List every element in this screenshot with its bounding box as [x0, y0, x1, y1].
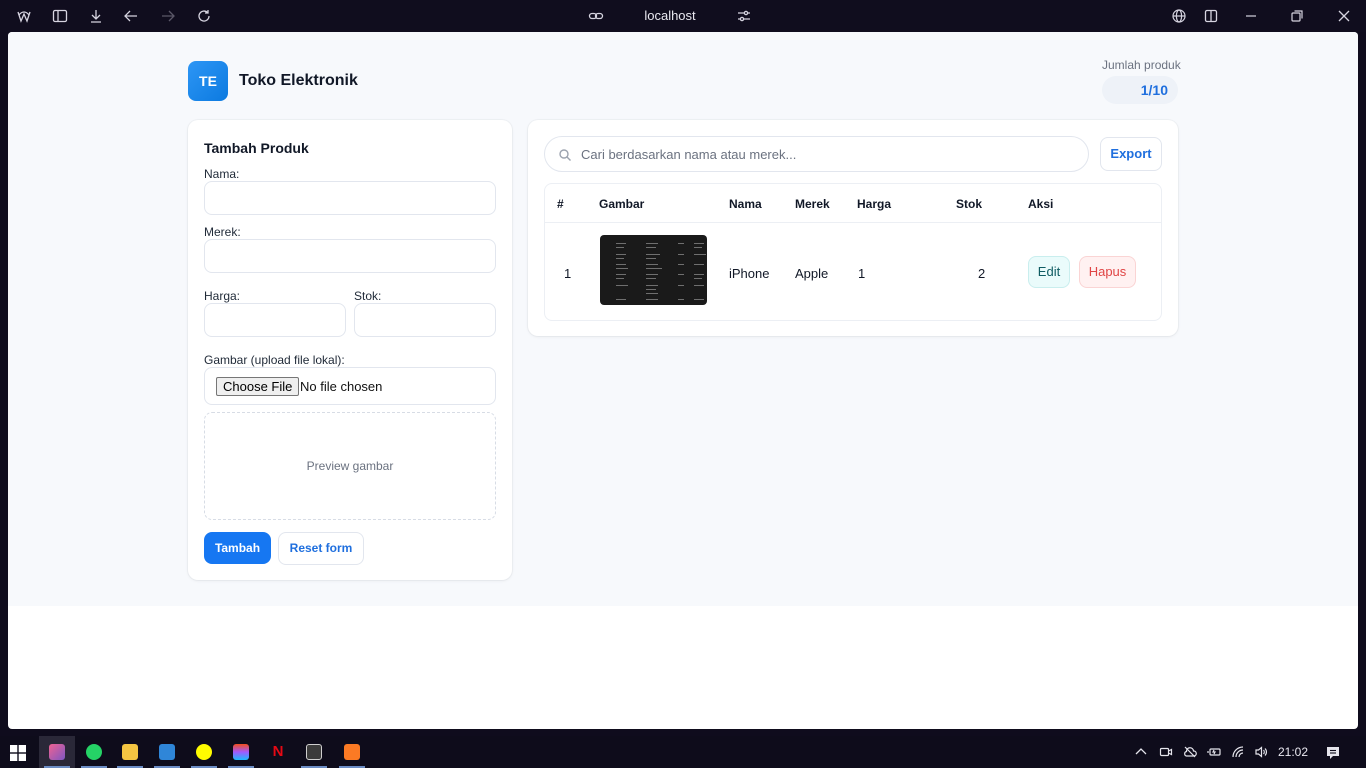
reset-form-button[interactable]: Reset form	[278, 532, 364, 565]
start-icon[interactable]	[10, 745, 26, 766]
file-explorer-icon[interactable]	[122, 744, 138, 760]
column-header-price: Harga	[857, 197, 892, 211]
xampp-icon[interactable]	[344, 744, 360, 760]
column-header-name: Nama	[729, 197, 762, 211]
restore-icon[interactable]	[1289, 8, 1305, 24]
forward-icon[interactable]	[160, 8, 176, 24]
volume-icon[interactable]	[1254, 745, 1268, 759]
column-header-image: Gambar	[599, 197, 645, 211]
file-status: No file chosen	[300, 379, 383, 394]
edit-button[interactable]: Edit	[1028, 256, 1070, 288]
column-header-brand: Merek	[795, 197, 830, 211]
reload-icon[interactable]	[196, 8, 212, 24]
preview-placeholder: Preview gambar	[306, 459, 394, 473]
sidebar-toggle-icon[interactable]	[52, 8, 68, 24]
clock[interactable]: 21:02	[1278, 745, 1308, 759]
brand-input[interactable]	[204, 239, 496, 273]
product-count-label: Jumlah produk	[1102, 58, 1181, 72]
split-view-icon[interactable]	[1203, 8, 1219, 24]
product-stock: 2	[978, 266, 986, 281]
minimize-icon[interactable]	[1243, 8, 1259, 24]
product-count-badge: 1/10	[1102, 76, 1178, 104]
search-input[interactable]: Cari berdasarkan nama atau merek...	[544, 136, 1089, 172]
add-product-form: Tambah Produk Nama: Merek: Harga: Stok: …	[188, 120, 512, 580]
image-preview: Preview gambar	[204, 412, 496, 520]
battery-icon[interactable]	[1207, 745, 1221, 759]
name-input[interactable]	[204, 181, 496, 215]
page: TE Toko Elektronik Jumlah produk 1/10 Ta…	[8, 32, 1358, 729]
netflix-icon[interactable]: N	[270, 744, 286, 760]
column-header-stock: Stok	[956, 197, 983, 211]
brand-label: Merek:	[204, 225, 241, 239]
browser-icon[interactable]	[49, 744, 65, 760]
browser-logo-icon[interactable]	[16, 8, 32, 24]
price-input[interactable]	[204, 303, 346, 337]
price-label: Harga:	[204, 289, 241, 303]
product-brand: Apple	[795, 266, 829, 281]
search-icon	[558, 148, 572, 162]
taskbar: N 21:02	[0, 736, 1366, 768]
table-header: # Gambar Nama Merek Harga Stok Aksi	[545, 184, 1161, 223]
product-price: 1	[858, 266, 866, 281]
camera-icon[interactable]	[1159, 745, 1173, 759]
download-icon[interactable]	[88, 8, 104, 24]
image-label: Gambar (upload file lokal):	[204, 353, 345, 367]
add-button[interactable]: Tambah	[204, 532, 271, 564]
search-placeholder: Cari berdasarkan nama atau merek...	[581, 147, 797, 162]
terminal-icon[interactable]	[306, 744, 322, 760]
form-title: Tambah Produk	[204, 140, 309, 156]
whatsapp-icon[interactable]	[86, 744, 102, 760]
snapchat-icon[interactable]	[196, 744, 212, 760]
site-settings-icon[interactable]	[736, 8, 752, 24]
page-title: Toko Elektronik	[239, 72, 358, 89]
row-number: 1	[564, 266, 572, 281]
close-icon[interactable]	[1336, 8, 1352, 24]
notifications-icon[interactable]	[1325, 745, 1341, 761]
product-table: # Gambar Nama Merek Harga Stok Aksi 1 iP…	[544, 183, 1162, 321]
cloud-offline-icon[interactable]	[1183, 745, 1197, 759]
wifi-icon[interactable]	[1231, 745, 1245, 759]
export-button[interactable]: Export	[1100, 137, 1162, 171]
chevron-up-icon[interactable]	[1134, 745, 1148, 759]
address-bar[interactable]: localhost	[620, 8, 720, 23]
back-icon[interactable]	[123, 8, 139, 24]
stock-label: Stok:	[354, 289, 382, 303]
file-input[interactable]: Choose File No file chosen	[204, 367, 496, 405]
column-header-number: #	[557, 197, 564, 211]
logo: TE	[188, 61, 228, 101]
product-thumbnail	[600, 235, 707, 305]
product-list: Cari berdasarkan nama atau merek... Expo…	[528, 120, 1178, 336]
delete-button[interactable]: Hapus	[1079, 256, 1136, 288]
figma-icon[interactable]	[233, 744, 249, 760]
choose-file-button[interactable]: Choose File	[216, 377, 300, 396]
column-header-actions: Aksi	[1028, 197, 1054, 211]
stock-input[interactable]	[354, 303, 496, 337]
name-label: Nama:	[204, 167, 240, 181]
link-icon[interactable]	[588, 8, 604, 24]
globe-icon[interactable]	[1171, 8, 1187, 24]
browser-toolbar: localhost	[0, 0, 1366, 32]
product-name: iPhone	[729, 266, 770, 281]
vscode-icon[interactable]	[159, 744, 175, 760]
